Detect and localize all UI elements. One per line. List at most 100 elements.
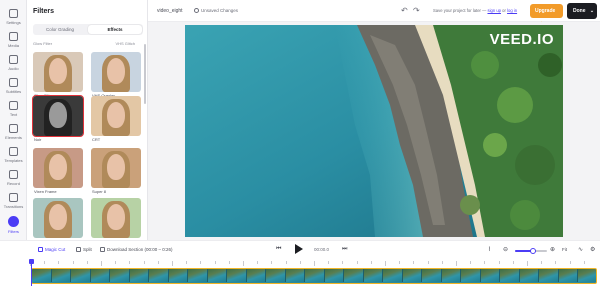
portrait-face [107,204,125,230]
zoom-slider[interactable] [515,248,547,254]
split-button[interactable]: Split [76,247,92,253]
portrait-face [49,204,67,230]
portrait-face [107,58,125,84]
split-label: Split [83,247,92,252]
save-note-text: Save your project for later — [433,8,487,13]
filter-label: Vixen Frame [34,189,57,194]
magic-cut-button[interactable]: Magic Cut [38,247,65,253]
undo-icon[interactable]: ↶ [401,6,408,15]
filters-panel: Filters Color Grading Effects Glow Filte… [27,0,148,240]
portrait-face [49,102,67,128]
top-label-right: VHS Glitch [115,41,135,46]
clip-frame [51,269,71,282]
filter-thumbnail [33,52,83,92]
ruler-tick [541,261,542,264]
magic-wand-icon [38,247,43,253]
clip-frame [32,269,52,282]
ruler-tick [441,261,443,264]
rail-item-text[interactable]: Text [0,100,27,122]
video-preview[interactable]: VEED.IO [185,25,563,237]
template-icon [9,147,18,156]
download-icon [100,247,105,253]
rail-item-subtitles[interactable]: Subtitles [0,77,27,99]
ruler-tick [527,261,528,266]
rail-item-transitions[interactable]: Transitions [0,192,27,214]
rail-item-media[interactable]: Media [0,31,27,53]
rail-item-audio[interactable]: Audio [0,54,27,76]
rail-item-filters[interactable]: Filters [0,215,27,237]
record-icon [9,170,18,179]
ruler-tick [569,261,571,264]
filter-label: Noir [34,137,42,142]
ruler-tick [172,261,173,266]
portrait-face [107,154,125,180]
play-icon[interactable] [295,244,303,254]
chevron-down-icon: ⌄ [589,8,595,14]
fit-button[interactable]: Fit [562,247,567,252]
ruler-tick [72,261,74,264]
filter-thumbnail [91,198,141,238]
redo-icon[interactable]: ↷ [413,6,420,15]
log-in-link[interactable]: log in [507,8,517,13]
filter-card[interactable] [91,52,141,92]
timeline-ruler[interactable] [30,261,596,267]
filter-card[interactable] [91,198,141,238]
filter-icon [8,216,19,227]
tab-color-grading[interactable]: Color Grading [33,24,87,35]
clip-frame [441,269,461,282]
zoom-out-icon[interactable]: ⊖ [503,246,508,253]
rail-item-label: Media [8,43,19,48]
ruler-tick [129,261,131,264]
audio-wave-icon[interactable]: ⌇ [488,246,491,253]
video-track-clip[interactable] [31,268,597,284]
rail-item-record[interactable]: Record [0,169,27,191]
rail-item-settings[interactable]: Settings [0,8,27,30]
filter-card[interactable] [91,148,141,188]
tab-effects[interactable]: Effects [88,25,142,34]
clip-frame [305,269,325,282]
skip-forward-icon[interactable]: ⏭ [342,246,347,253]
ruler-tick [214,261,216,264]
sign-up-link[interactable]: sign up [487,8,501,13]
filter-thumbnail [91,96,141,136]
download-section-button[interactable]: Download Section (00:00 – 0:26) [100,247,173,253]
ruler-tick [143,261,145,264]
rail-item-templates[interactable]: Templates [0,146,27,168]
ruler-tick [271,261,273,264]
scissors-icon [76,247,81,253]
done-button[interactable]: Done ⌄ [567,3,597,19]
ruler-tick [328,261,329,264]
ruler-tick [257,261,258,264]
clip-frame [578,269,596,282]
filter-card[interactable] [33,52,83,92]
panel-scrollbar[interactable] [144,44,146,104]
ruler-tick [356,261,358,264]
filter-card[interactable] [91,96,141,136]
playhead[interactable] [29,259,34,286]
zoom-knob[interactable] [529,248,536,254]
top-bar: video_eight Unsaved Changes ↶ ↷ Save you… [148,0,600,28]
ruler-tick [583,261,585,264]
skip-back-icon[interactable]: ⏮ [276,246,281,253]
ruler-tick [285,261,287,264]
clip-frame [246,269,266,282]
ruler-tick [342,261,344,264]
clip-frame [207,269,227,282]
upgrade-button[interactable]: Upgrade ⚡ [530,4,563,28]
ruler-tick [555,261,557,264]
clip-frame [363,269,383,282]
filter-card[interactable] [32,95,84,137]
zoom-in-icon[interactable]: ⊕ [550,246,555,253]
waveform-icon[interactable]: ∿ [578,246,583,253]
rail-item-elements[interactable]: Elements [0,123,27,145]
settings-gear-icon[interactable]: ⚙ [590,246,595,253]
ruler-tick [86,261,88,264]
filter-thumbnail [33,148,83,188]
shapes-icon [9,124,18,133]
filter-card[interactable] [33,198,83,238]
rail-item-label: Elements [5,135,22,140]
rail-item-label: Audio [8,66,19,71]
project-name[interactable]: video_eight [157,8,183,14]
filter-card[interactable] [33,148,83,188]
watermark-logo: VEED.IO [489,31,554,48]
